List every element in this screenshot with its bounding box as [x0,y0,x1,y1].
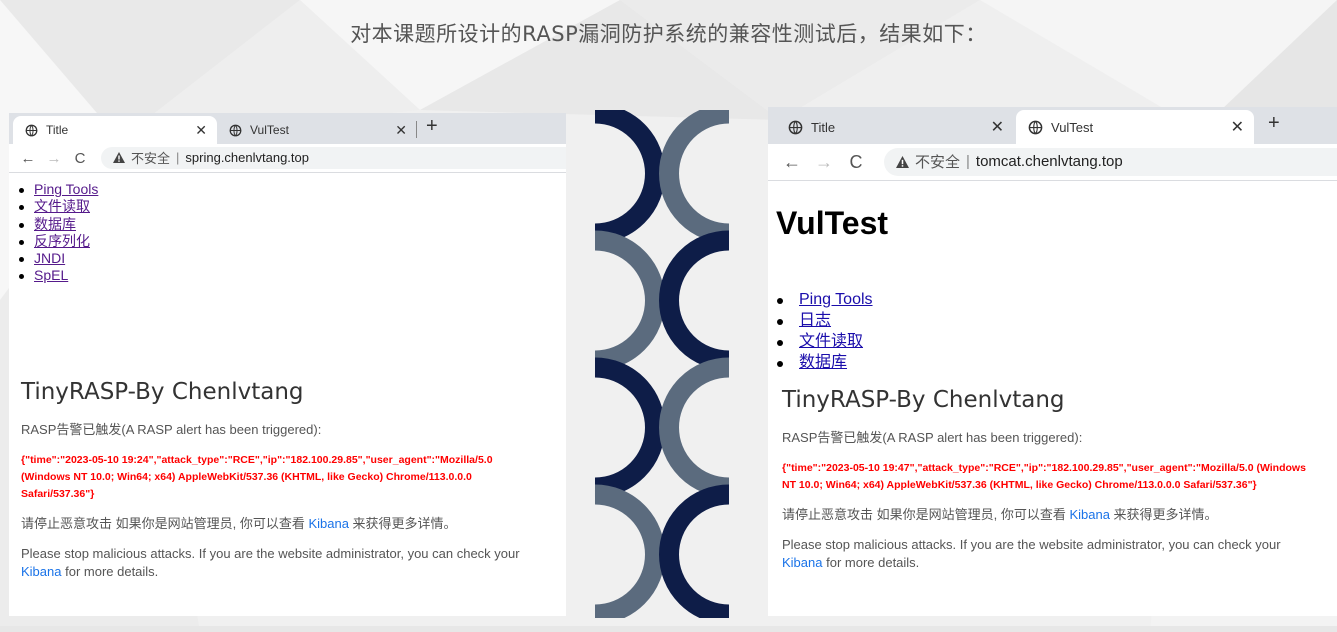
tab-label: VulTest [250,123,289,137]
forward-button[interactable]: → [41,150,67,167]
arc-shape [594,230,665,371]
message-text: 来获得更多详情。 [348,516,457,531]
tab-vultest[interactable]: VulTest ✕ [217,116,417,144]
page-title: VulTest [776,205,889,241]
list-item: 数据库 [18,216,98,233]
list-item: SpEL [18,267,98,284]
link-ping-tools[interactable]: Ping Tools [34,181,98,197]
browser-toolbar: ← → C 不安全 | tomcat.chenlvtang.top [768,144,1337,181]
nav-link-list: Ping Tools 文件读取 数据库 反序列化 JNDI SpEL [18,181,98,285]
rasp-message-en: Please stop malicious attacks. If you ar… [782,536,1312,572]
arc-shape [594,357,665,498]
tab-title[interactable]: Title ✕ [776,110,1014,144]
link-file-read[interactable]: 文件读取 [34,198,90,214]
rasp-subtitle: RASP告警已触发(A RASP alert has been triggere… [21,422,322,437]
address-url[interactable]: tomcat.chenlvtang.top [976,153,1123,170]
forward-button[interactable]: → [808,152,840,173]
message-text: for more details. [822,555,920,570]
new-tab-button[interactable]: + [426,115,438,138]
right-browser-window: Title ✕ VulTest ✕ + ← → C 不安全 | tomcat.c… [768,107,1337,616]
arc-shape [594,110,665,244]
arc-shape [594,484,665,618]
rasp-alert-json: {"time":"2023-05-10 19:47","attack_type"… [782,462,1306,491]
address-separator: | [176,150,180,166]
close-icon[interactable]: ✕ [991,117,1004,137]
tab-vultest[interactable]: VulTest ✕ [1016,110,1254,144]
globe-icon [788,120,803,135]
list-item: 反序列化 [18,233,98,250]
list-item: 文件读取 [18,198,98,215]
list-item: Ping Tools [18,181,98,198]
kibana-link[interactable]: Kibana [782,555,822,570]
list-item: 文件读取 [777,331,873,352]
warning-icon [113,152,125,164]
insecure-label: 不安全 [131,151,171,167]
nav-link-list: Ping Tools 日志 文件读取 数据库 [777,289,873,373]
back-button[interactable]: ← [776,152,808,173]
address-separator: | [966,153,970,171]
arc-shape [659,110,730,244]
address-url[interactable]: spring.chenlvtang.top [185,150,309,165]
arc-shape [659,230,730,371]
left-browser-window: Title ✕ VulTest ✕ + ← → C 不安全 | spring.c… [9,113,566,616]
arc-shape [659,484,730,618]
list-item: 数据库 [777,352,873,373]
link-database[interactable]: 数据库 [34,216,76,232]
rasp-alert-panel: TinyRASP-By Chenlvtang RASP告警已触发(A RASP … [21,379,541,593]
tab-label: Title [811,119,836,135]
rasp-message-en: Please stop malicious attacks. If you ar… [21,545,541,581]
tab-strip: Title ✕ VulTest ✕ + [768,107,1337,144]
link-database[interactable]: 数据库 [799,354,847,371]
arc-shape [659,357,730,498]
link-logs[interactable]: 日志 [799,312,831,329]
rasp-title: TinyRASP-By Chenlvtang [782,387,1065,413]
list-item: Ping Tools [777,289,873,310]
message-text: 请停止恶意攻击 如果你是网站管理员, 你可以查看 [21,516,309,531]
link-ping-tools[interactable]: Ping Tools [799,291,873,308]
link-jndi[interactable]: JNDI [34,250,65,266]
browser-toolbar: ← → C 不安全 | spring.chenlvtang.top [9,144,566,173]
close-icon[interactable]: ✕ [395,122,407,139]
tab-separator [416,121,417,138]
rasp-message-cn: 请停止恶意攻击 如果你是网站管理员, 你可以查看 Kibana 来获得更多详情。 [21,515,541,533]
link-deserialization[interactable]: 反序列化 [34,233,90,249]
slide-title: 对本课题所设计的RASP漏洞防护系统的兼容性测试后，结果如下： [350,22,987,46]
tab-label: VulTest [1051,119,1094,135]
reload-button[interactable]: C [67,150,93,167]
globe-icon [229,124,242,137]
globe-icon [1028,120,1043,135]
back-button[interactable]: ← [15,150,41,167]
warning-icon [896,156,909,168]
address-bar[interactable]: 不安全 | tomcat.chenlvtang.top [884,147,1337,177]
tab-title[interactable]: Title ✕ [13,116,217,144]
address-bar[interactable]: 不安全 | spring.chenlvtang.top [101,147,566,169]
link-spel[interactable]: SpEL [34,267,68,283]
reload-button[interactable]: C [840,152,872,173]
bottom-strip [0,626,1337,632]
close-icon[interactable]: ✕ [1231,117,1244,137]
close-icon[interactable]: ✕ [195,122,207,139]
tab-strip: Title ✕ VulTest ✕ + [9,113,566,144]
list-item: JNDI [18,250,98,267]
kibana-link[interactable]: Kibana [1069,507,1109,522]
rasp-alert-json: {"time":"2023-05-10 19:24","attack_type"… [21,454,493,500]
message-text: for more details. [61,564,159,579]
arc-decoration [594,110,730,618]
list-item: 日志 [777,310,873,331]
rasp-title: TinyRASP-By Chenlvtang [21,379,304,405]
link-file-read[interactable]: 文件读取 [799,333,863,350]
rasp-subtitle: RASP告警已触发(A RASP alert has been triggere… [782,430,1083,445]
message-text: Please stop malicious attacks. If you ar… [782,537,1281,552]
insecure-label: 不安全 [915,154,961,172]
rasp-alert-panel: TinyRASP-By Chenlvtang RASP告警已触发(A RASP … [782,387,1312,584]
kibana-link[interactable]: Kibana [21,564,61,579]
message-text: Please stop malicious attacks. If you ar… [21,546,520,561]
new-tab-button[interactable]: + [1268,112,1280,135]
tab-label: Title [46,123,69,137]
globe-icon [25,124,38,137]
message-text: 请停止恶意攻击 如果你是网站管理员, 你可以查看 [782,507,1070,522]
message-text: 来获得更多详情。 [1109,507,1218,522]
kibana-link[interactable]: Kibana [308,516,348,531]
rasp-message-cn: 请停止恶意攻击 如果你是网站管理员, 你可以查看 Kibana 来获得更多详情。 [782,506,1312,524]
